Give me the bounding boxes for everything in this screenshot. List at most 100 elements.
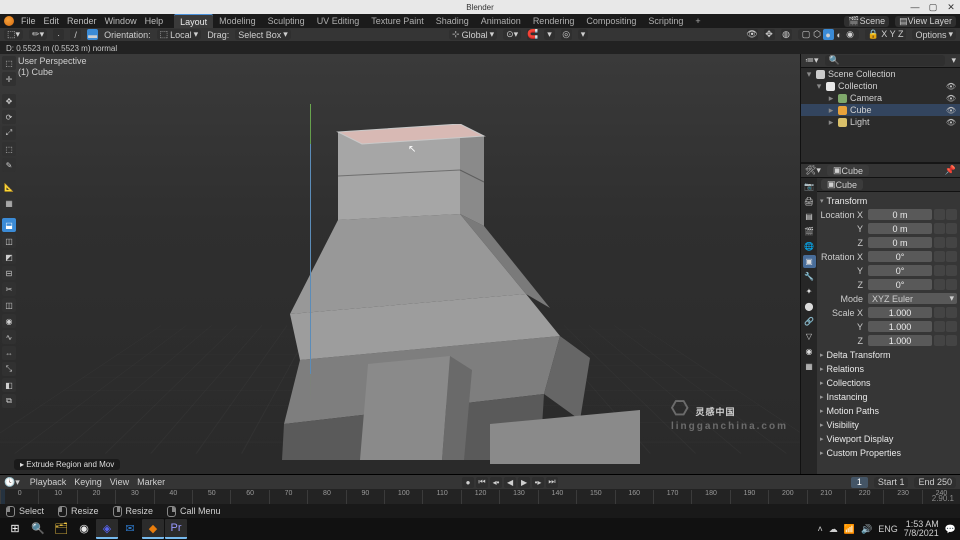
snap-toggle-icon[interactable]: 🧲 <box>527 29 538 40</box>
section-collections[interactable]: Collections <box>820 377 957 389</box>
lock-icon[interactable] <box>934 209 945 220</box>
taskbar-mail[interactable]: ✉ <box>119 519 141 539</box>
move-tool[interactable]: ✥ <box>2 94 16 108</box>
outliner-filter-icon[interactable]: ▾ <box>951 55 956 66</box>
rotation-z-field[interactable]: 0° <box>868 279 932 290</box>
workspace-tab--[interactable]: + <box>689 14 706 28</box>
rendered-shading-icon[interactable]: ◉ <box>845 29 856 40</box>
taskbar-start-button[interactable]: ⊞ <box>4 519 26 539</box>
taskbar-explorer[interactable]: 🗂 <box>50 519 72 539</box>
timeline-editor[interactable]: 🕓▾ PlaybackKeyingViewMarker ● ⏮ ◂• ◀ ▶ •… <box>0 474 960 504</box>
timeline-ruler[interactable]: 0102030405060708090100110120130140150160… <box>0 489 960 504</box>
loopcut-tool[interactable]: ⊟ <box>2 266 16 280</box>
rotate-tool[interactable]: ⟳ <box>2 110 16 124</box>
workspace-tab-layout[interactable]: Layout <box>174 14 213 28</box>
outliner-item-cube[interactable]: ▸Cube👁 <box>801 104 960 116</box>
options-dropdown[interactable]: Options ▾ <box>912 29 956 40</box>
add-cube-tool[interactable]: ▦ <box>2 196 16 210</box>
tray-chevron-icon[interactable]: ˄ <box>818 524 823 534</box>
menu-file[interactable]: File <box>17 16 40 26</box>
polybuild-tool[interactable]: ◫ <box>2 298 16 312</box>
transform-space-dropdown[interactable]: ⊹ Global ▾ <box>449 29 497 40</box>
jump-end-icon[interactable]: ⏭ <box>546 477 558 488</box>
timeline-menu-playback[interactable]: Playback <box>26 477 71 487</box>
timeline-menu-marker[interactable]: Marker <box>133 477 169 487</box>
matprev-shading-icon[interactable]: ◐ <box>834 29 845 40</box>
menu-window[interactable]: Window <box>101 16 141 26</box>
window-minimize-button[interactable]: — <box>906 0 924 14</box>
wireframe-shading-icon[interactable]: ⬡ <box>812 29 823 40</box>
outliner-scene-collection[interactable]: ▾Scene Collection <box>801 68 960 80</box>
properties-pin-icon[interactable]: 📌 <box>945 165 956 176</box>
workspace-tab-shading[interactable]: Shading <box>430 14 475 28</box>
rotation-x-field[interactable]: 0° <box>868 251 932 262</box>
smooth-tool[interactable]: ∿ <box>2 330 16 344</box>
workspace-tab-texture-paint[interactable]: Texture Paint <box>365 14 430 28</box>
tray-volume-icon[interactable]: 🔊 <box>861 524 872 535</box>
location-x-field[interactable]: 0 m <box>868 209 932 220</box>
scale-x-field[interactable]: 1.000 <box>868 307 932 318</box>
workspace-tab-rendering[interactable]: Rendering <box>527 14 581 28</box>
outliner-editor-icon[interactable]: ≔▾ <box>805 55 819 66</box>
rotation-mode-dropdown[interactable]: XYZ Euler▾ <box>868 293 957 304</box>
workspace-tab-compositing[interactable]: Compositing <box>580 14 642 28</box>
object-tab[interactable]: ▣ <box>803 255 816 268</box>
particle-tab[interactable]: ✦ <box>803 285 816 298</box>
taskbar-search-button[interactable]: 🔍 <box>27 519 49 539</box>
end-frame-field[interactable]: End 250 <box>914 477 956 488</box>
3d-viewport[interactable]: User Perspective(1) Cube ⬚✛✥⟳⤢⬚✎📐▦⬓◫◩⊟✂◫… <box>0 54 800 474</box>
menu-edit[interactable]: Edit <box>40 16 64 26</box>
workspace-tab-sculpting[interactable]: Sculpting <box>262 14 311 28</box>
outliner-search-input[interactable]: 🔍 <box>825 55 946 66</box>
face-select-icon[interactable]: ▬ <box>87 29 98 40</box>
keyframe-prev-icon[interactable]: ◂• <box>490 477 502 488</box>
viewlayer-selector[interactable]: ▤ View Layer <box>895 16 956 27</box>
keyframe-icon[interactable] <box>946 209 957 220</box>
proportional-edit-icon[interactable]: ◎ <box>561 29 572 40</box>
properties-panel[interactable]: ▣ Cube Transform Location X0 m Y0 m Z0 m… <box>817 178 960 474</box>
visibility-eye-icon[interactable]: 👁 <box>946 82 956 91</box>
pivot-dropdown[interactable]: ⊙▾ <box>503 29 521 40</box>
visibility-eye-icon[interactable]: 👁 <box>946 94 956 103</box>
tray-notifications-icon[interactable]: 💬 <box>945 524 956 535</box>
play-icon[interactable]: ▶ <box>518 477 530 488</box>
world-tab[interactable]: 🌐 <box>803 240 816 253</box>
viewlayer-tab[interactable]: ▤ <box>803 210 816 223</box>
mesh-visibility-icon[interactable]: 👁 <box>747 29 758 40</box>
location-z-field[interactable]: 0 m <box>868 237 932 248</box>
start-frame-field[interactable]: Start 1 <box>874 477 909 488</box>
texture-tab[interactable]: ▦ <box>803 360 816 373</box>
section-motion-paths[interactable]: Motion Paths <box>820 405 957 417</box>
snap-type-dropdown[interactable]: ▾ <box>544 29 555 40</box>
annotate-tool[interactable]: ✎ <box>2 158 16 172</box>
section-delta-transform[interactable]: Delta Transform <box>820 349 957 361</box>
constraint-tab[interactable]: 🔗 <box>803 315 816 328</box>
taskbar-discord[interactable]: ◈ <box>96 519 118 539</box>
render-tab[interactable]: 📷 <box>803 180 816 193</box>
proportional-falloff-dropdown[interactable]: ▾ <box>578 29 589 40</box>
edge-select-icon[interactable]: / <box>70 29 81 40</box>
editor-type-dropdown[interactable]: ⬚▾ <box>4 29 23 40</box>
taskbar-blender[interactable]: ◆ <box>142 519 164 539</box>
tray-clock[interactable]: 1:53 AM7/8/2021 <box>904 520 939 538</box>
menu-render[interactable]: Render <box>63 16 101 26</box>
extrude-tool[interactable]: ⬓ <box>2 218 16 232</box>
location-y-field[interactable]: 0 m <box>868 223 932 234</box>
gizmo-toggle-icon[interactable]: ✥ <box>764 29 775 40</box>
scene-selector[interactable]: 🎬 Scene <box>844 16 889 27</box>
spin-tool[interactable]: ◉ <box>2 314 16 328</box>
mesh-tab[interactable]: ▽ <box>803 330 816 343</box>
outliner-tree[interactable]: ▾Scene Collection▾Collection👁▸Camera👁▸Cu… <box>801 68 960 164</box>
slide-tool[interactable]: ⇔ <box>2 346 16 360</box>
interaction-mode-dropdown[interactable]: ✏▾ <box>29 29 47 40</box>
knife-tool[interactable]: ✂ <box>2 282 16 296</box>
physics-tab[interactable]: ⬤ <box>803 300 816 313</box>
section-viewport-display[interactable]: Viewport Display <box>820 433 957 445</box>
scale-y-field[interactable]: 1.000 <box>868 321 932 332</box>
section-visibility[interactable]: Visibility <box>820 419 957 431</box>
scale-z-field[interactable]: 1.000 <box>868 335 932 346</box>
rip-tool[interactable]: ⧉ <box>2 394 16 408</box>
properties-editor-icon[interactable]: 🛠▾ <box>805 165 821 176</box>
taskbar-chrome[interactable]: ◉ <box>73 519 95 539</box>
workspace-tab-animation[interactable]: Animation <box>475 14 527 28</box>
